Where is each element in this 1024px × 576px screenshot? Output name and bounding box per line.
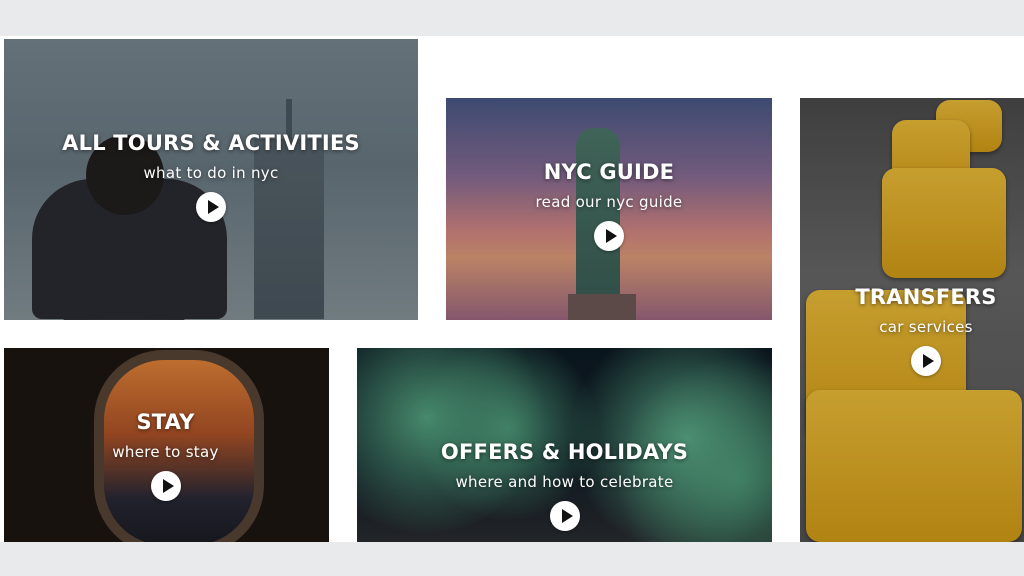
offers-title: OFFERS & HOLIDAYS	[440, 440, 689, 464]
play-icon[interactable]	[911, 346, 941, 376]
transfers-title: TRANSFERS	[855, 285, 997, 309]
tours-subtitle: what to do in nyc	[143, 164, 279, 182]
transfers-subtitle: car services	[879, 318, 973, 336]
tours-title: ALL TOURS & ACTIVITIES	[62, 131, 360, 155]
stay-subtitle: where to stay	[112, 443, 219, 461]
play-icon[interactable]	[196, 192, 226, 222]
play-icon[interactable]	[594, 221, 624, 251]
tile-stay[interactable]: STAY where to stay	[4, 348, 329, 542]
offers-caption: OFFERS & HOLIDAYS where and how to celeb…	[357, 440, 772, 536]
tile-all-tours[interactable]: ALL TOURS & ACTIVITIES what to do in nyc	[4, 39, 418, 320]
content-area: ALL TOURS & ACTIVITIES what to do in nyc…	[0, 36, 1024, 542]
tours-caption: ALL TOURS & ACTIVITIES what to do in nyc	[4, 131, 418, 227]
play-icon[interactable]	[150, 471, 181, 501]
guide-caption: NYC GUIDE read our nyc guide	[446, 160, 772, 256]
offers-subtitle: where and how to celebrate	[455, 473, 674, 491]
tile-offers-holidays[interactable]: OFFERS & HOLIDAYS where and how to celeb…	[357, 348, 772, 542]
stay-caption: STAY where to stay	[4, 410, 329, 506]
stay-title: STAY	[136, 410, 195, 434]
tile-nyc-guide[interactable]: NYC GUIDE read our nyc guide	[446, 98, 772, 320]
transfers-caption: TRANSFERS car services	[808, 285, 1024, 381]
play-icon[interactable]	[549, 501, 580, 531]
guide-title: NYC GUIDE	[543, 160, 675, 184]
tile-transfers[interactable]: TRANSFERS car services	[800, 98, 1024, 542]
guide-subtitle: read our nyc guide	[535, 193, 683, 211]
